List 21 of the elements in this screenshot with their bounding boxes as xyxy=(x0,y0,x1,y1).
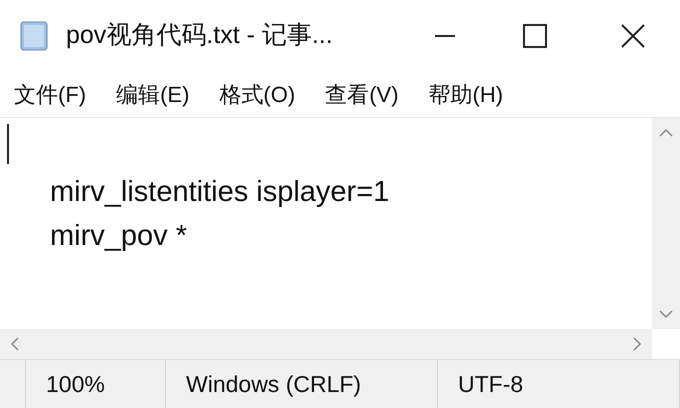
status-text: Windows (CRLF) xyxy=(186,370,362,399)
close-icon xyxy=(620,24,644,48)
window-title: pov视角代码.txt - 记事... xyxy=(66,20,333,52)
scroll-down-icon xyxy=(659,310,673,319)
menu-item[interactable]: 编辑(E) xyxy=(116,78,190,111)
menu-item[interactable]: 格式(O) xyxy=(219,78,296,111)
vertical-scrollbar[interactable] xyxy=(652,118,680,329)
horizontal-scrollbar[interactable] xyxy=(0,329,652,359)
menu-item[interactable]: 帮助(H) xyxy=(428,78,504,111)
menu-item[interactable]: 查看(V) xyxy=(325,78,399,111)
status-text: UTF-8 xyxy=(458,370,524,399)
scroll-up-icon xyxy=(659,128,673,137)
text-line: mirv_listentities isplayer=1 xyxy=(50,176,390,208)
status-text: 100% xyxy=(46,370,105,399)
maximize-icon xyxy=(523,24,547,48)
text-cursor xyxy=(7,124,9,164)
scroll-right-icon xyxy=(633,337,642,351)
minimize-icon xyxy=(435,35,455,37)
text-line: mirv_pov * xyxy=(50,220,187,252)
scroll-left-icon xyxy=(10,337,19,351)
menu-item[interactable]: 文件(F) xyxy=(14,78,86,111)
